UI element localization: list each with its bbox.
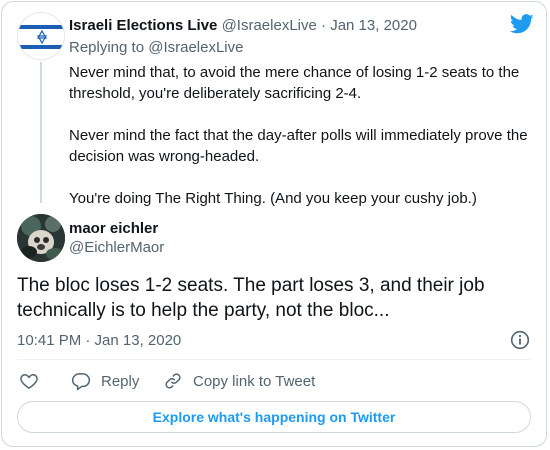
divider [17,359,531,360]
info-icon[interactable] [510,330,530,350]
reply-icon [71,373,91,391]
parent-paragraph: Never mind the fact that the day-after p… [69,127,528,165]
header-separator: · [316,17,331,34]
parent-handle[interactable]: @IsraelexLive [222,17,317,34]
twitter-bird-icon[interactable] [510,14,534,34]
reply-button[interactable]: Reply [71,370,139,392]
replying-to-label[interactable]: Replying to @IsraelexLive [69,38,243,58]
parent-display-name[interactable]: Israeli Elections Live [69,17,217,34]
copy-link-button[interactable]: Copy link to Tweet [163,370,315,392]
parent-date[interactable]: Jan 13, 2020 [330,17,417,34]
israel-flag-avatar [18,13,64,59]
link-icon [165,373,181,389]
dog-photo-avatar [17,214,65,262]
parent-tweet-text: Never mind that, to avoid the mere chanc… [69,62,531,209]
main-tweet-text: The bloc loses 1-2 seats. The part loses… [17,275,485,321]
explore-twitter-button[interactable]: Explore what's happening on Twitter [17,401,531,433]
parent-header: Israeli Elections Live @IsraelexLive · J… [69,16,417,36]
parent-paragraph: Never mind that, to avoid the mere chanc… [69,64,520,102]
tweet-timestamp[interactable]: 10:41 PM · Jan 13, 2020 [17,331,181,351]
parent-paragraph: You're doing The Right Thing. (And you k… [69,190,477,207]
main-display-name[interactable]: maor eichler [69,219,158,239]
heart-icon [20,373,38,389]
main-handle[interactable]: @EichlerMaor [69,238,164,258]
like-button[interactable] [19,370,49,392]
copy-link-label: Copy link to Tweet [193,372,316,390]
parent-avatar[interactable] [17,12,65,60]
main-avatar[interactable] [17,214,65,262]
reply-label: Reply [101,372,140,390]
thread-connector [40,62,42,203]
